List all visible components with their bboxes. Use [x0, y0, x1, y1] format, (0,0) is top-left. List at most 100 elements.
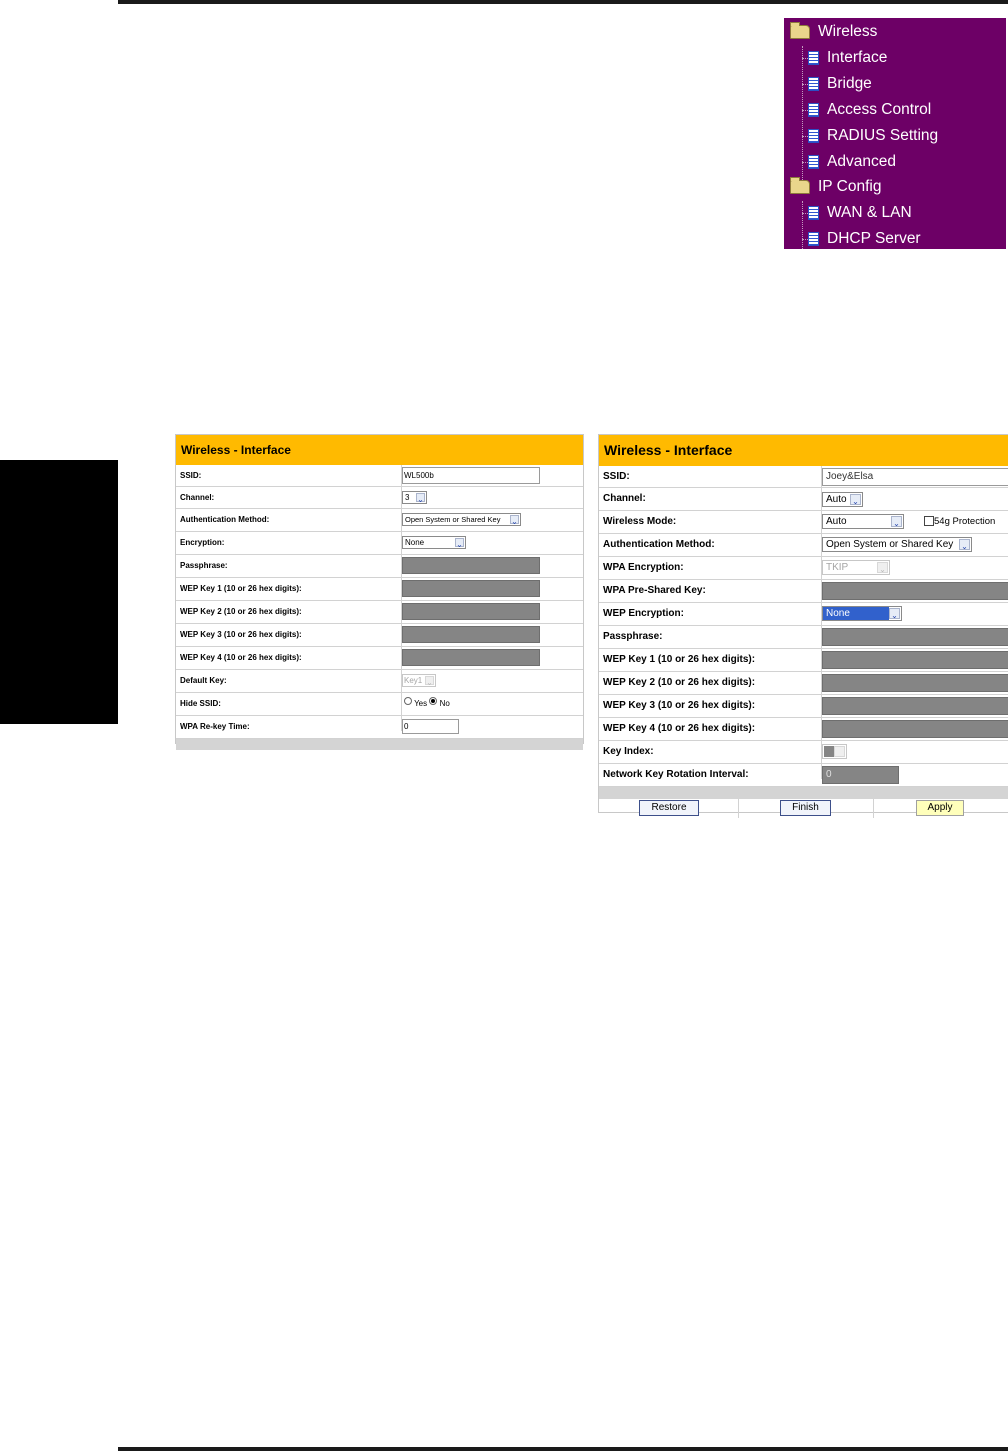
wep-key-2-label: WEP Key 2 (10 or 26 hex digits): [603, 677, 756, 688]
wep-key-1-input [402, 580, 540, 597]
hide-ssid-no-label: No [439, 699, 450, 708]
wep-encryption-select[interactable]: None ⌄ [822, 606, 902, 621]
rotation-row: Network Key Rotation Interval: 0 [599, 764, 1008, 787]
auth-select[interactable]: Open System or Shared Key ⌄ [402, 513, 521, 526]
wep-key-4-label: WEP Key 4 (10 or 26 hex digits): [180, 653, 302, 662]
chevron-down-icon: ⌄ [510, 515, 519, 526]
panel-footer-bar [176, 739, 583, 750]
nav-folder-ip-config[interactable]: IP Config [790, 176, 881, 198]
wpa-encryption-select[interactable]: TKIP ⌄ [822, 560, 890, 575]
auth-label: Authentication Method: [603, 539, 715, 550]
chevron-down-icon: ⌄ [416, 493, 425, 504]
channel-select[interactable]: Auto ⌄ [822, 492, 863, 507]
ssid-input[interactable]: WL500b [402, 467, 540, 484]
wep-encryption-label: WEP Encryption: [603, 608, 684, 619]
ssid-label: SSID: [180, 471, 202, 480]
encryption-select[interactable]: None ⌄ [402, 536, 466, 549]
wep-key-3-label: WEP Key 3 (10 or 26 hex digits): [603, 700, 756, 711]
hide-ssid-row: Hide SSID: Yes No [176, 693, 583, 716]
finish-button[interactable]: Finish [780, 800, 831, 816]
wep-key-4-input [402, 649, 540, 666]
wep-key-2-row: WEP Key 2 (10 or 26 hex digits): [599, 672, 1008, 695]
wep-key-2-input [822, 674, 1008, 692]
nav-label: Interface [827, 49, 888, 66]
wpa-psk-input [822, 582, 1008, 600]
rekey-input[interactable]: 0 [402, 719, 459, 734]
key-index-select[interactable]: ⌄ [822, 744, 847, 759]
nav-item-access-control[interactable]: Access Control [808, 99, 931, 121]
channel-label: Channel: [180, 493, 215, 502]
wpa-encryption-row: WPA Encryption: TKIP ⌄ [599, 557, 1008, 580]
wireless-interface-panel-left: Wireless - Interface SSID: WL500b Channe… [175, 434, 584, 750]
default-key-select[interactable]: Key1 ⌄ [402, 674, 436, 687]
hide-ssid-no-radio[interactable] [429, 697, 438, 705]
tree-line [802, 201, 803, 249]
ssid-row: SSID: WL500b [176, 465, 583, 487]
hide-ssid-yes-label: Yes [414, 699, 428, 708]
channel-select[interactable]: 3 ⌄ [402, 491, 427, 504]
wep-key-1-label: WEP Key 1 (10 or 26 hex digits): [603, 654, 756, 665]
chevron-down-icon: ⌄ [455, 538, 464, 549]
nav-label: DHCP Server [827, 230, 921, 247]
folder-icon [790, 21, 810, 39]
wpa-encryption-label: WPA Encryption: [603, 562, 684, 573]
chapter-side-tab [0, 460, 118, 724]
wep-encryption-row: WEP Encryption: None ⌄ [599, 603, 1008, 626]
auth-label: Authentication Method: [180, 515, 270, 524]
auth-row: Authentication Method: Open System or Sh… [599, 534, 1008, 557]
protection-checkbox-group: 54g Protection [924, 511, 995, 533]
default-key-label: Default Key: [180, 676, 227, 685]
wep-key-2-label: WEP Key 2 (10 or 26 hex digits): [180, 607, 302, 616]
page-icon [808, 205, 819, 220]
rotation-input: 0 [822, 766, 899, 784]
nav-item-dhcp-server[interactable]: DHCP Server [808, 228, 921, 249]
chevron-down-icon: ⌄ [877, 562, 888, 574]
nav-item-radius-setting[interactable]: RADIUS Setting [808, 125, 938, 147]
button-row: Restore Finish Apply [599, 799, 1008, 818]
auth-select[interactable]: Open System or Shared Key ⌄ [822, 537, 972, 552]
rekey-row: WPA Re-key Time: 0 [176, 716, 583, 739]
page-icon [808, 154, 819, 169]
nav-item-interface[interactable]: Interface [808, 47, 887, 69]
tree-line [802, 46, 803, 184]
wep-key-1-input [822, 651, 1008, 669]
wireless-mode-select[interactable]: Auto ⌄ [822, 514, 904, 529]
wireless-interface-panel-right: Wireless - Interface SSID: Joey&Elsa Cha… [598, 434, 1008, 818]
wep-key-1-label: WEP Key 1 (10 or 26 hex digits): [180, 584, 302, 593]
nav-item-advanced[interactable]: Advanced [808, 151, 896, 173]
key-index-row: Key Index: ⌄ [599, 741, 1008, 764]
channel-row: Channel: Auto ⌄ [599, 488, 1008, 511]
ssid-row: SSID: Joey&Elsa [599, 466, 1008, 488]
nav-label: Wireless [818, 23, 878, 40]
nav-label: RADIUS Setting [827, 127, 939, 144]
apply-button[interactable]: Apply [916, 800, 964, 816]
wep-key-2-row: WEP Key 2 (10 or 26 hex digits): [176, 601, 583, 624]
channel-label: Channel: [603, 493, 646, 504]
ssid-input[interactable]: Joey&Elsa [822, 468, 1008, 486]
panel-title: Wireless - Interface [599, 435, 1008, 466]
page-icon [808, 102, 819, 117]
top-rule [118, 0, 1008, 4]
wep-key-3-input [822, 697, 1008, 715]
nav-item-bridge[interactable]: Bridge [808, 73, 872, 95]
nav-item-wan-lan[interactable]: WAN & LAN [808, 202, 912, 224]
restore-button[interactable]: Restore [639, 800, 699, 816]
hide-ssid-yes-radio[interactable] [404, 697, 412, 705]
passphrase-label: Passphrase: [180, 561, 228, 570]
encryption-row: Encryption: None ⌄ [176, 532, 583, 555]
nav-folder-wireless[interactable]: Wireless [790, 21, 877, 43]
panel-footer-bar [599, 787, 1008, 799]
wep-key-4-input [822, 720, 1008, 738]
folder-icon [790, 176, 810, 194]
chevron-down-icon: ⌄ [834, 746, 845, 758]
key-index-label: Key Index: [603, 746, 654, 757]
wep-key-3-input [402, 626, 540, 643]
panel-title: Wireless - Interface [176, 435, 583, 465]
chevron-down-icon: ⌄ [891, 516, 902, 528]
bottom-rule [118, 1447, 1008, 1451]
protection-checkbox[interactable] [924, 516, 934, 527]
wep-key-3-row: WEP Key 3 (10 or 26 hex digits): [599, 695, 1008, 718]
page-icon [808, 50, 819, 65]
wep-key-3-label: WEP Key 3 (10 or 26 hex digits): [180, 630, 302, 639]
wep-key-4-label: WEP Key 4 (10 or 26 hex digits): [603, 723, 756, 734]
